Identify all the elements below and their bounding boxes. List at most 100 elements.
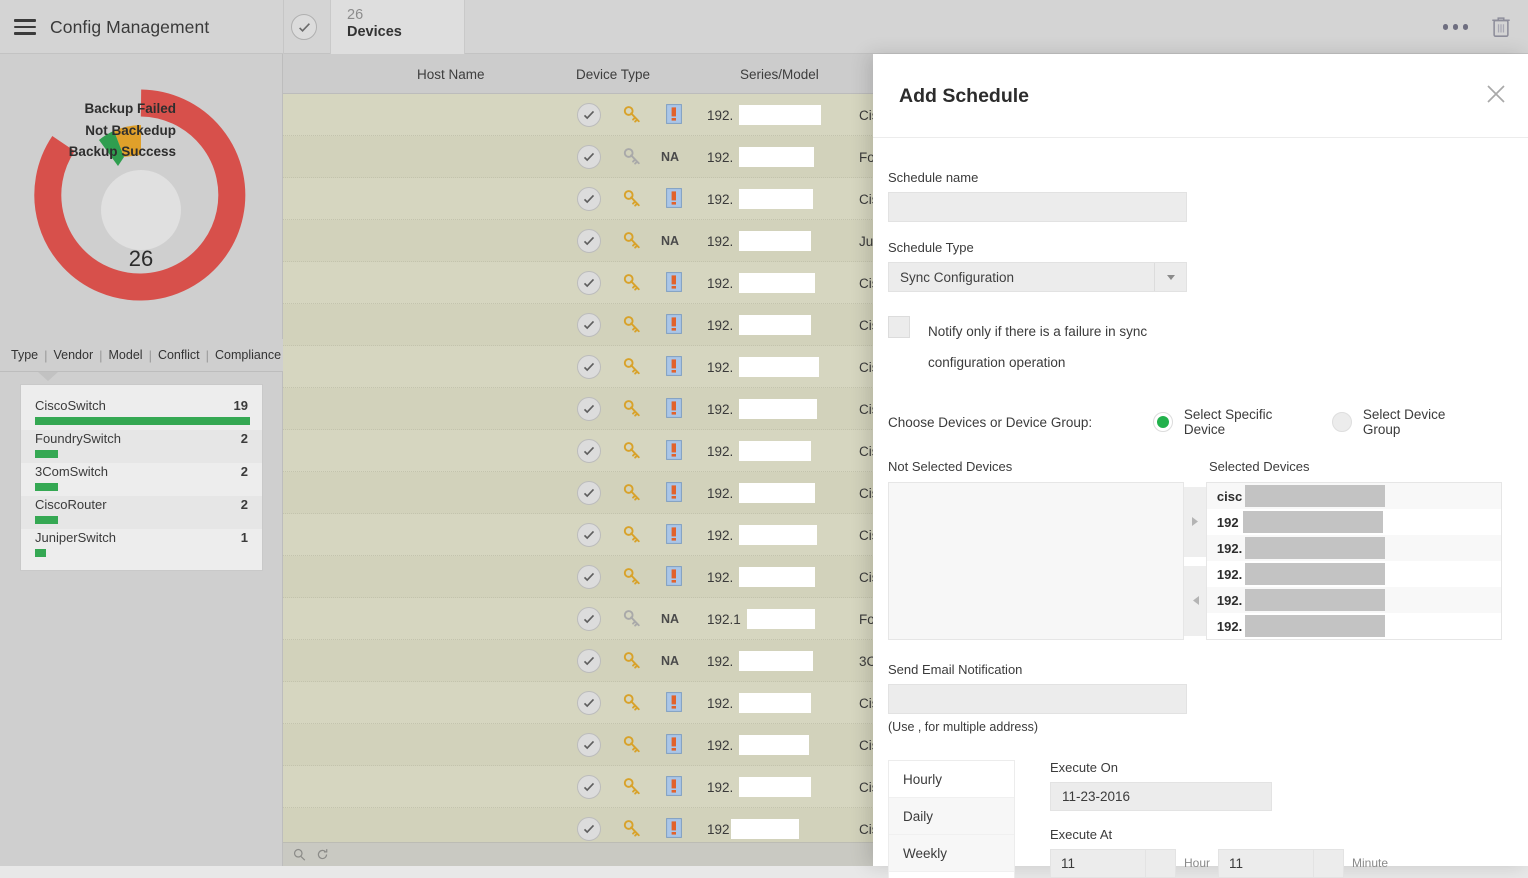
selected-device-item[interactable]: 192. — [1207, 561, 1501, 587]
credential-key-icon[interactable] — [623, 525, 642, 544]
credential-key-icon[interactable] — [623, 315, 642, 334]
config-document-icon[interactable] — [666, 272, 682, 292]
chevron-right-icon[interactable] — [1184, 487, 1206, 557]
frequency-tab-hourly[interactable]: Hourly — [889, 761, 1014, 798]
notify-failure-row: Notify only if there is a failure in syn… — [888, 316, 1502, 378]
device-type-row[interactable]: CiscoRouter2 — [21, 496, 262, 529]
credential-key-icon[interactable] — [623, 273, 642, 292]
config-document-icon[interactable] — [666, 734, 682, 754]
row-check-icon[interactable] — [577, 691, 601, 715]
legend-item-backup-failed: Backup Failed — [14, 98, 176, 120]
chevron-left-icon[interactable] — [1184, 566, 1206, 636]
schedule-type-select[interactable]: Sync Configuration — [888, 262, 1187, 292]
credential-key-icon[interactable] — [623, 819, 642, 838]
config-document-icon[interactable] — [666, 104, 682, 124]
selected-device-item[interactable]: 192. — [1207, 535, 1501, 561]
device-type-row[interactable]: CiscoSwitch19 — [21, 397, 262, 430]
config-document-icon[interactable] — [666, 314, 682, 334]
filter-tab-vendor[interactable]: Vendor — [48, 348, 100, 362]
selected-devices-list[interactable]: cisc192192.192.192.192. — [1206, 482, 1502, 640]
config-document-icon[interactable] — [666, 356, 682, 376]
redacted-device-mask — [1245, 537, 1385, 559]
credential-key-icon[interactable] — [623, 609, 642, 628]
credential-key-icon[interactable] — [623, 147, 642, 166]
devices-tab[interactable]: 26 Devices — [330, 0, 465, 54]
execute-at-hour-stepper[interactable] — [1146, 849, 1176, 878]
credential-key-icon[interactable] — [623, 567, 642, 586]
row-check-icon[interactable] — [577, 103, 601, 127]
config-document-icon[interactable] — [666, 566, 682, 586]
row-check-icon[interactable] — [577, 145, 601, 169]
search-icon[interactable] — [293, 848, 306, 861]
selected-device-item[interactable]: cisc — [1207, 483, 1501, 509]
email-input[interactable] — [888, 684, 1187, 714]
row-check-icon[interactable] — [577, 775, 601, 799]
frequency-tab-weekly[interactable]: Weekly — [889, 835, 1014, 872]
credential-key-icon[interactable] — [623, 441, 642, 460]
device-type-row[interactable]: 3ComSwitch2 — [21, 463, 262, 496]
credential-key-icon[interactable] — [623, 399, 642, 418]
schedule-name-input[interactable] — [888, 192, 1187, 222]
trash-icon[interactable] — [1490, 15, 1512, 39]
column-header-host-name[interactable]: Host Name — [417, 54, 485, 94]
row-check-icon[interactable] — [577, 313, 601, 337]
radio-select-specific-device[interactable] — [1153, 412, 1173, 432]
config-document-icon[interactable] — [666, 524, 682, 544]
row-check-icon[interactable] — [577, 481, 601, 505]
row-check-icon[interactable] — [577, 271, 601, 295]
execute-at-hour-input[interactable]: 11 — [1050, 849, 1146, 878]
not-selected-devices-list[interactable] — [888, 482, 1184, 640]
row-check-icon[interactable] — [577, 733, 601, 757]
config-document-icon[interactable] — [666, 776, 682, 796]
credential-key-icon[interactable] — [623, 735, 642, 754]
config-document-icon[interactable] — [666, 818, 682, 838]
row-check-icon[interactable] — [577, 565, 601, 589]
device-type-row[interactable]: JuniperSwitch1 — [21, 529, 262, 562]
row-check-icon[interactable] — [577, 397, 601, 421]
credential-key-icon[interactable] — [623, 483, 642, 502]
hamburger-icon[interactable] — [14, 19, 36, 35]
selected-device-item[interactable]: 192. — [1207, 613, 1501, 639]
row-check-icon[interactable] — [577, 439, 601, 463]
radio-select-device-group[interactable] — [1332, 412, 1352, 432]
chevron-down-icon[interactable] — [1154, 263, 1186, 291]
config-document-icon[interactable] — [666, 188, 682, 208]
execute-on-input[interactable]: 11-23-2016 — [1050, 782, 1272, 811]
config-document-icon[interactable] — [666, 440, 682, 460]
credential-key-icon[interactable] — [623, 105, 642, 124]
select-all-check-icon[interactable] — [291, 14, 317, 40]
filter-tab-model[interactable]: Model — [103, 348, 149, 362]
frequency-tab-daily[interactable]: Daily — [889, 798, 1014, 835]
credential-key-icon[interactable] — [623, 693, 642, 712]
row-check-icon[interactable] — [577, 817, 601, 841]
config-document-icon[interactable] — [666, 692, 682, 712]
filter-tab-type[interactable]: Type — [5, 348, 44, 362]
filter-tab-conflict[interactable]: Conflict — [152, 348, 206, 362]
credential-key-icon[interactable] — [623, 357, 642, 376]
config-document-icon[interactable] — [666, 398, 682, 418]
config-document-icon[interactable] — [666, 482, 682, 502]
credential-key-icon[interactable] — [623, 231, 642, 250]
refresh-icon[interactable] — [316, 848, 329, 861]
selected-device-prefix: 192. — [1217, 613, 1242, 639]
execute-at-minute-input[interactable]: 11 — [1218, 849, 1314, 878]
row-check-icon[interactable] — [577, 649, 601, 673]
row-check-icon[interactable] — [577, 187, 601, 211]
row-check-icon[interactable] — [577, 523, 601, 547]
selected-device-item[interactable]: 192. — [1207, 587, 1501, 613]
close-icon[interactable] — [1484, 82, 1508, 106]
ellipsis-icon[interactable] — [1443, 24, 1469, 30]
row-check-icon[interactable] — [577, 355, 601, 379]
column-header-series-model[interactable]: Series/Model — [740, 54, 819, 94]
device-type-row[interactable]: FoundrySwitch2 — [21, 430, 262, 463]
column-header-device-type[interactable]: Device Type — [576, 54, 650, 94]
row-check-icon[interactable] — [577, 607, 601, 631]
filter-tab-compliance[interactable]: Compliance — [209, 348, 287, 362]
credential-key-icon[interactable] — [623, 189, 642, 208]
credential-key-icon[interactable] — [623, 777, 642, 796]
execute-at-minute-stepper[interactable] — [1314, 849, 1344, 878]
notify-failure-checkbox[interactable] — [888, 316, 910, 338]
selected-device-item[interactable]: 192 — [1207, 509, 1501, 535]
credential-key-icon[interactable] — [623, 651, 642, 670]
row-check-icon[interactable] — [577, 229, 601, 253]
